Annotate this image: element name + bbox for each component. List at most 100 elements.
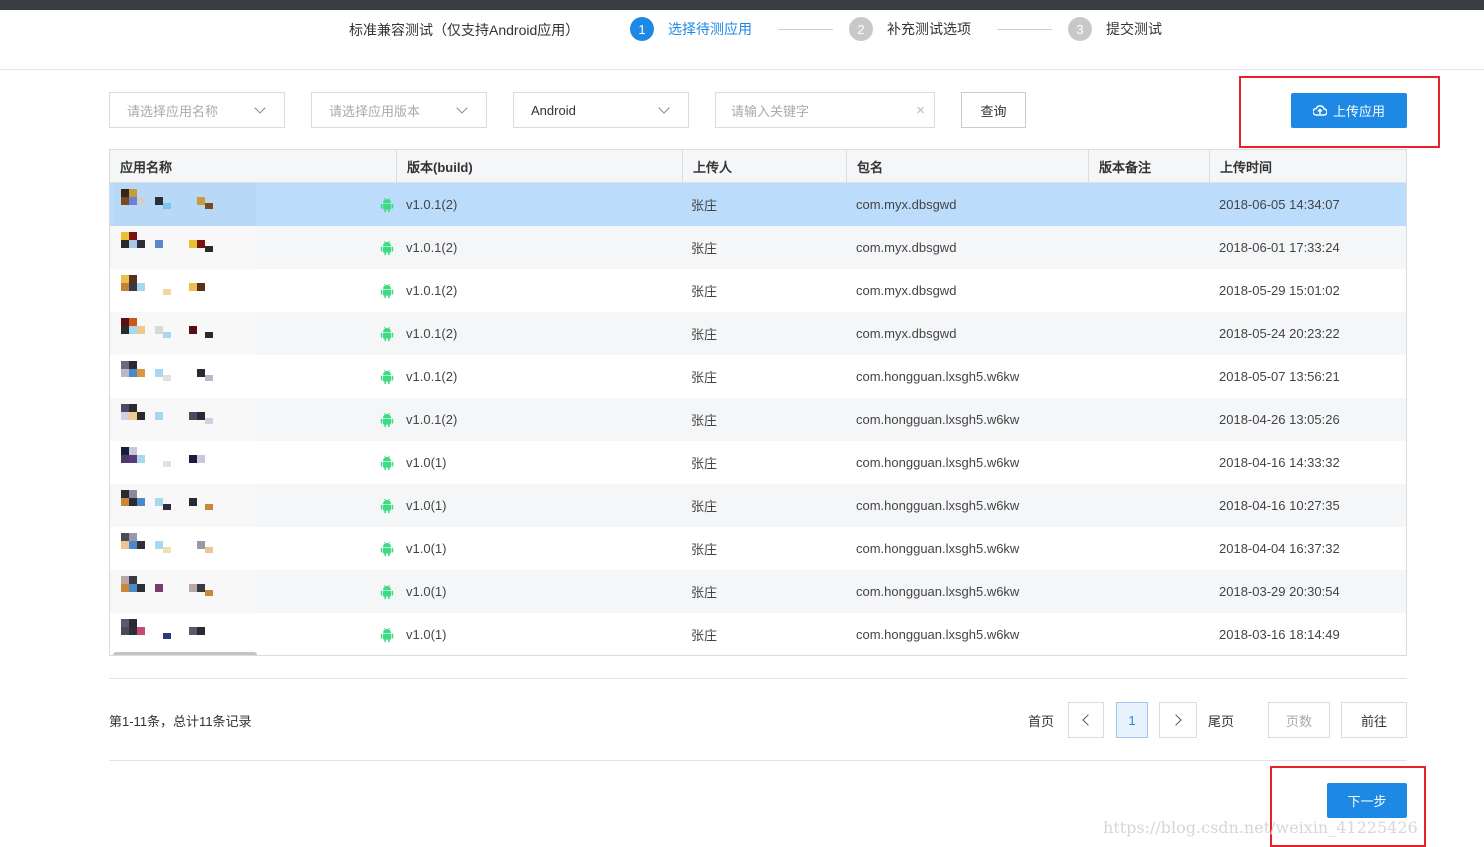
- keyword-placeholder: 请输入关键字: [731, 103, 810, 119]
- table-row[interactable]: v1.0(1) 张庄 com.hongguan.lxsgh5.w6kw 2018-03…: [110, 570, 1406, 613]
- uploader-cell: 张庄: [691, 198, 718, 213]
- uploader-cell: 张庄: [691, 370, 718, 385]
- package-cell: com.hongguan.lxsgh5.w6kw: [856, 584, 1020, 599]
- app-name-thumbnail: [113, 570, 256, 613]
- version-cell: v1.0.1(2): [406, 369, 458, 384]
- android-icon: [380, 627, 394, 643]
- version-cell: v1.0(1): [406, 455, 447, 470]
- page-number-input[interactable]: 页数: [1268, 702, 1330, 738]
- version-cell: v1.0.1(2): [406, 326, 458, 341]
- select-placeholder: 请选择应用版本: [329, 103, 421, 119]
- chevron-down-icon: [456, 101, 468, 114]
- step-number: 1: [630, 17, 654, 41]
- upload-time-cell: 2018-03-29 20:30:54: [1219, 584, 1340, 599]
- package-cell: com.hongguan.lxsgh5.w6kw: [856, 627, 1020, 642]
- package-cell: com.hongguan.lxsgh5.w6kw: [856, 541, 1020, 556]
- column-header-uploader: 上传人: [682, 150, 846, 183]
- version-cell: v1.0.1(2): [406, 283, 458, 298]
- upload-time-cell: 2018-04-04 16:37:32: [1219, 541, 1340, 556]
- step-connector: [997, 29, 1052, 30]
- uploader-cell: 张庄: [691, 499, 718, 514]
- horizontal-scrollbar[interactable]: [113, 652, 257, 655]
- version-cell: v1.0(1): [406, 627, 447, 642]
- table-row[interactable]: v1.0.1(2) 张庄 com.myx.dbsgwd 2018-05-29 15:0…: [110, 269, 1406, 312]
- table-row[interactable]: v1.0.1(2) 张庄 com.hongguan.lxsgh5.w6kw 2018-…: [110, 355, 1406, 398]
- android-icon: [380, 412, 394, 428]
- table-row[interactable]: v1.0.1(2) 张庄 com.myx.dbsgwd 2018-06-05 14:3…: [110, 183, 1406, 226]
- test-type-title: 标准兼容测试（仅支持Android应用）: [349, 22, 580, 38]
- version-cell: v1.0(1): [406, 541, 447, 556]
- keyword-input[interactable]: 请输入关键字 ×: [715, 92, 935, 128]
- step-connector: [778, 29, 833, 30]
- package-cell: com.myx.dbsgwd: [856, 326, 957, 341]
- platform-select[interactable]: Android: [513, 92, 689, 128]
- version-cell: v1.0(1): [406, 584, 447, 599]
- go-page-button[interactable]: 前往: [1341, 702, 1407, 738]
- app-name-thumbnail: [113, 269, 256, 312]
- app-name-thumbnail: [113, 613, 256, 655]
- column-header-package: 包名: [846, 150, 1088, 183]
- app-name-thumbnail: [113, 312, 256, 355]
- app-name-thumbnail: [113, 484, 256, 527]
- android-icon: [380, 369, 394, 385]
- watermark: https://blog.csdn.net/weixin_41225426: [1103, 818, 1418, 837]
- table-header: 应用名称 版本(build) 上传人 包名 版本备注 上传时间: [110, 150, 1406, 183]
- upload-time-cell: 2018-05-29 15:01:02: [1219, 283, 1340, 298]
- app-name-thumbnail: [113, 527, 256, 570]
- package-cell: com.hongguan.lxsgh5.w6kw: [856, 412, 1020, 427]
- uploader-cell: 张庄: [691, 327, 718, 342]
- chevron-left-icon: [1082, 714, 1094, 726]
- app-name-select[interactable]: 请选择应用名称: [109, 92, 285, 128]
- table-row[interactable]: v1.0(1) 张庄 com.hongguan.lxsgh5.w6kw 2018-04…: [110, 441, 1406, 484]
- uploader-cell: 张庄: [691, 542, 718, 557]
- chevron-right-icon: [1170, 714, 1182, 726]
- android-icon: [380, 584, 394, 600]
- highlight-box-upload: [1239, 76, 1440, 148]
- upload-time-cell: 2018-06-01 17:33:24: [1219, 240, 1340, 255]
- package-cell: com.myx.dbsgwd: [856, 197, 957, 212]
- version-cell: v1.0.1(2): [406, 412, 458, 427]
- app-name-thumbnail: [113, 441, 256, 484]
- column-header-note: 版本备注: [1088, 150, 1209, 183]
- version-cell: v1.0.1(2): [406, 240, 458, 255]
- package-cell: com.hongguan.lxsgh5.w6kw: [856, 498, 1020, 513]
- step-label: 补充测试选项: [887, 21, 971, 37]
- last-page-link[interactable]: 尾页: [1208, 711, 1234, 730]
- table-row[interactable]: v1.0(1) 张庄 com.hongguan.lxsgh5.w6kw 2018-04…: [110, 527, 1406, 570]
- upload-time-cell: 2018-04-26 13:05:26: [1219, 412, 1340, 427]
- select-value: Android: [531, 102, 576, 118]
- upload-time-cell: 2018-05-07 13:56:21: [1219, 369, 1340, 384]
- table-row[interactable]: v1.0(1) 张庄 com.hongguan.lxsgh5.w6kw 2018-04…: [110, 484, 1406, 527]
- uploader-cell: 张庄: [691, 585, 718, 600]
- android-icon: [380, 498, 394, 514]
- first-page-link[interactable]: 首页: [1028, 711, 1054, 730]
- android-icon: [380, 455, 394, 471]
- table-row[interactable]: v1.0.1(2) 张庄 com.myx.dbsgwd 2018-05-24 20:2…: [110, 312, 1406, 355]
- query-button[interactable]: 查询: [961, 92, 1026, 128]
- android-icon: [380, 240, 394, 256]
- uploader-cell: 张庄: [691, 628, 718, 643]
- package-cell: com.myx.dbsgwd: [856, 283, 957, 298]
- chevron-down-icon: [658, 101, 670, 114]
- uploader-cell: 张庄: [691, 456, 718, 471]
- table-row[interactable]: v1.0.1(2) 张庄 com.hongguan.lxsgh5.w6kw 2018-…: [110, 398, 1406, 441]
- clear-icon[interactable]: ×: [916, 102, 925, 119]
- table-row[interactable]: v1.0(1) 张庄 com.hongguan.lxsgh5.w6kw 2018-03…: [110, 613, 1406, 655]
- upload-time-cell: 2018-06-05 14:34:07: [1219, 197, 1340, 212]
- upload-time-cell: 2018-03-16 18:14:49: [1219, 627, 1340, 642]
- android-icon: [380, 326, 394, 342]
- divider: [109, 678, 1407, 679]
- page-1-button[interactable]: 1: [1116, 702, 1148, 738]
- app-version-select[interactable]: 请选择应用版本: [311, 92, 487, 128]
- android-icon: [380, 541, 394, 557]
- column-header-upload-time: 上传时间: [1209, 150, 1406, 183]
- app-name-thumbnail: [113, 355, 256, 398]
- select-placeholder: 请选择应用名称: [127, 103, 219, 119]
- step-number: 3: [1068, 17, 1092, 41]
- table-row[interactable]: v1.0.1(2) 张庄 com.myx.dbsgwd 2018-06-01 17:3…: [110, 226, 1406, 269]
- chevron-down-icon: [254, 101, 266, 114]
- step-label: 提交测试: [1106, 21, 1162, 37]
- package-cell: com.hongguan.lxsgh5.w6kw: [856, 455, 1020, 470]
- next-page-button[interactable]: [1159, 702, 1197, 738]
- prev-page-button[interactable]: [1068, 702, 1104, 738]
